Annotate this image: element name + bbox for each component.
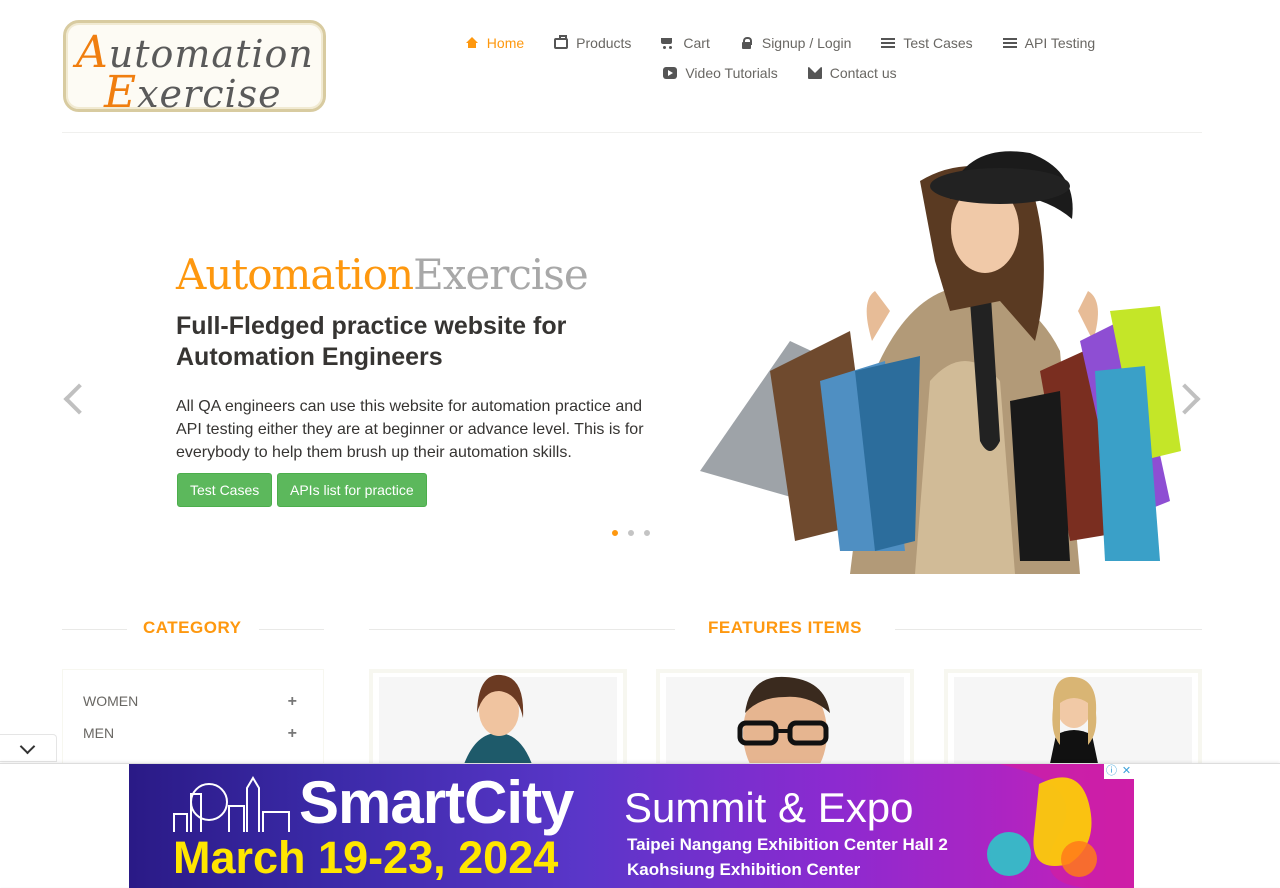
nav-cart[interactable]: Cart (646, 35, 724, 51)
slide-description: All QA engineers can use this website fo… (176, 398, 644, 461)
ad-title-smartcity: SmartCity (299, 769, 574, 836)
site-header: Automation Exercise Home Products Cart S… (0, 0, 1280, 133)
nav-video-tutorials-label: Video Tutorials (685, 65, 778, 81)
envelope-icon (807, 67, 822, 79)
nav-test-cases[interactable]: Test Cases (866, 35, 987, 51)
features-rule-left (369, 629, 675, 630)
product-image (737, 676, 830, 765)
product-image (1049, 676, 1099, 765)
logo-text-exercise: xercise (137, 72, 282, 116)
nav-home-label: Home (486, 35, 525, 51)
nav-test-cases-label: Test Cases (903, 35, 973, 51)
plus-icon[interactable]: + (288, 693, 297, 711)
slide-heading: Full-Fledged practice website for Automa… (176, 312, 567, 371)
list-icon (881, 37, 896, 49)
slider-dot-1[interactable] (610, 528, 620, 538)
category-title: CATEGORY (143, 618, 242, 637)
nav-api-testing[interactable]: API Testing (988, 35, 1111, 51)
slider-next-icon[interactable] (1178, 381, 1200, 417)
slide-title-automation: Automation (176, 250, 414, 299)
list-icon (1002, 37, 1017, 49)
category-rule-right (259, 629, 324, 630)
nav-cart-label: Cart (683, 35, 710, 51)
nav-video-tutorials[interactable]: Video Tutorials (648, 65, 792, 81)
ad-banner-bar: SmartCity Summit & Expo March 19-23, 202… (0, 763, 1280, 888)
category-item-men-label: MEN (83, 725, 115, 741)
ad-collapse-chevron-icon[interactable] (0, 734, 57, 762)
lock-icon (740, 37, 754, 49)
ad-info-icon[interactable]: ⓘ (1104, 764, 1119, 779)
ad-venue-kaohsiung: Kaohsiung Exhibition Center (627, 860, 861, 879)
product-card (369, 669, 627, 769)
nav-products[interactable]: Products (539, 34, 646, 51)
slider-dot-2[interactable] (626, 528, 636, 538)
nav-signup-login[interactable]: Signup / Login (725, 35, 867, 51)
product-card (944, 669, 1202, 769)
main-nav: Home Products Cart Signup / Login Test C… (440, 28, 1120, 88)
nav-signup-login-label: Signup / Login (761, 35, 852, 51)
logo-letter-e: E (104, 67, 138, 118)
product-card (656, 669, 914, 769)
slide-title-exercise: Exercise (413, 250, 589, 299)
hero-slider: AutomationExercise Full-Fledged practice… (0, 133, 1280, 583)
nav-products-label: Products (576, 35, 632, 51)
category-panel: WOMEN + MEN + (62, 669, 324, 769)
ad-title-summit: Summit & Expo (624, 784, 914, 831)
apis-list-button[interactable]: APIs list for practice (277, 473, 427, 507)
nav-api-testing-label: API Testing (1024, 35, 1096, 51)
ad-banner[interactable]: SmartCity Summit & Expo March 19-23, 202… (129, 764, 1134, 888)
features-rule-right (895, 629, 1202, 630)
hero-girl-with-bags-image (700, 141, 1181, 574)
home-icon (465, 37, 479, 49)
slider-prev-icon[interactable] (62, 381, 84, 417)
plus-icon[interactable]: + (288, 725, 297, 743)
category-item-women[interactable]: WOMEN + (83, 693, 303, 711)
product-image (463, 674, 533, 765)
ad-close-icon[interactable]: ✕ (1119, 764, 1134, 779)
cart-icon (661, 37, 675, 49)
ad-venue-taipei: Taipei Nangang Exhibition Center Hall 2 (627, 835, 948, 854)
features-title: FEATURES ITEMS (708, 618, 863, 637)
category-item-men[interactable]: MEN + (83, 725, 303, 743)
slider-dot-3[interactable] (642, 528, 652, 538)
category-item-women-label: WOMEN (83, 693, 139, 709)
ad-controls: ⓘ ✕ (1104, 764, 1134, 779)
nav-contact-us[interactable]: Contact us (793, 65, 912, 81)
category-rule-left (62, 629, 127, 630)
test-cases-button[interactable]: Test Cases (177, 473, 273, 507)
product-box-icon (554, 34, 569, 49)
site-logo[interactable]: Automation Exercise (63, 20, 326, 118)
nav-home[interactable]: Home (450, 35, 539, 51)
youtube-play-icon (663, 67, 678, 79)
ad-date: March 19-23, 2024 (173, 832, 559, 883)
slider-indicators (610, 528, 652, 538)
nav-contact-us-label: Contact us (829, 65, 897, 81)
slide-title: AutomationExercise (176, 250, 589, 299)
